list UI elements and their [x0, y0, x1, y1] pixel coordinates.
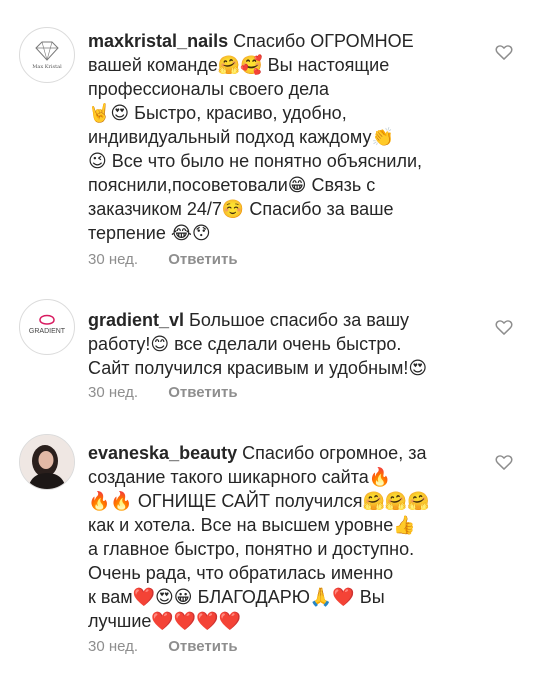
reply-button[interactable]: Ответить: [168, 251, 237, 268]
comment-line: лучшие❤️❤️❤️❤️: [88, 611, 242, 631]
comment-text: maxkristal_nails Спасибо ОГРОМНОЕ вашей …: [88, 29, 488, 245]
comment-line: Сайт получился красивым и удобным!😍: [88, 358, 428, 378]
comment-line: 😉 Все что было не понятно объяснили,: [88, 151, 423, 171]
like-button[interactable]: [494, 42, 514, 62]
comment-text: gradient_vl Большое спасибо за вашу рабо…: [88, 308, 488, 380]
comment-line: терпение 😂😯: [88, 223, 211, 243]
avatar-logo-text: GRADIENT: [29, 328, 66, 335]
comment-line: Спасибо ОГРОМНОЕ: [233, 31, 414, 51]
comment-line: работу!😊 все сделали очень быстро.: [88, 334, 402, 354]
avatar[interactable]: Max Kristal: [19, 27, 75, 83]
avatar[interactable]: GRADIENT: [19, 299, 75, 355]
comment-line: создание такого шикарного сайта🔥: [88, 467, 392, 487]
reply-button[interactable]: Ответить: [168, 384, 237, 401]
comment-username[interactable]: evaneska_beauty: [88, 443, 237, 463]
comment-time: 30 нед.: [88, 384, 139, 401]
avatar-logo-text: Max Kristal: [32, 64, 62, 70]
comment-line: заказчиком 24/7☺️ Спасибо за ваше: [88, 199, 394, 219]
comment-line: 🔥🔥 ОГНИЩЕ САЙТ получился🤗🤗🤗: [88, 491, 430, 511]
like-button[interactable]: [494, 317, 514, 337]
comment-meta: 30 нед. Ответить: [88, 383, 238, 403]
like-button[interactable]: [494, 452, 514, 472]
comment-time: 30 нед.: [88, 638, 139, 655]
comment-line: а главное быстро, понятно и доступно.: [88, 539, 415, 559]
avatar[interactable]: [19, 434, 75, 490]
comment-line: Спасибо огромное, за: [242, 443, 427, 463]
profile-photo-icon: [20, 435, 74, 489]
comment-line: Очень рада, что обратилась именно: [88, 563, 394, 583]
comment-username[interactable]: gradient_vl: [88, 310, 184, 330]
heart-outline-icon: [495, 455, 513, 470]
comment-line: профессионалы своего дела: [88, 79, 330, 99]
comment-meta: 30 нед. Ответить: [88, 637, 238, 657]
heart-outline-icon: [495, 320, 513, 335]
comment-time: 30 нед.: [88, 251, 139, 268]
comment-line: как и хотела. Все на высшем уровне👍: [88, 515, 416, 535]
heart-outline-icon: [495, 45, 513, 60]
comment-meta: 30 нед. Ответить: [88, 250, 238, 270]
reply-button[interactable]: Ответить: [168, 638, 237, 655]
comment-line: к вам❤️😍😀 БЛАГОДАРЮ🙏❤️ Вы: [88, 587, 385, 607]
comment-line: Большое спасибо за вашу: [189, 310, 410, 330]
gradient-logo-icon: GRADIENT: [29, 314, 66, 335]
comment-line: вашей команде🤗🥰 Вы настоящие: [88, 55, 390, 75]
comment-username[interactable]: maxkristal_nails: [88, 31, 228, 51]
comment-line: 🤘😍 Быстро, красиво, удобно,: [88, 103, 347, 123]
diamond-logo-icon: Max Kristal: [32, 41, 62, 70]
comment-line: индивидуальный подход каждому👏: [88, 127, 394, 147]
comment-text: evaneska_beauty Спасибо огромное, за соз…: [88, 441, 488, 633]
comment-line: пояснили,посоветовали😁 Связь с: [88, 175, 376, 195]
